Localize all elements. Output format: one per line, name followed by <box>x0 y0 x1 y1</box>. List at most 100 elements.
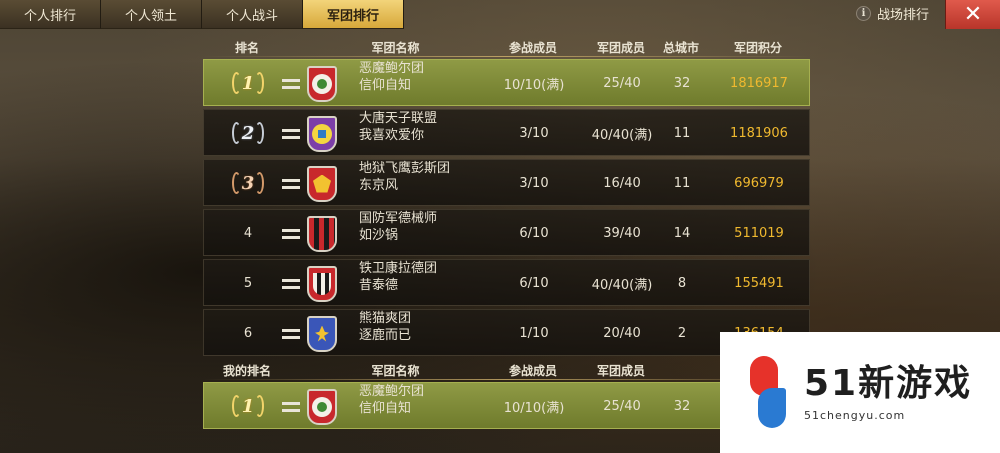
rank-cell: 4 <box>243 226 253 241</box>
emblem-cell <box>304 110 340 157</box>
equal-icon <box>282 228 300 239</box>
members-cell: 39/40 <box>603 226 641 241</box>
joined-cell: 3/10 <box>519 176 549 191</box>
emblem-cell <box>304 260 340 307</box>
rank-change-cell <box>276 260 306 307</box>
rank-change-cell <box>276 383 306 430</box>
members-cell: 40/40(满) <box>591 128 653 143</box>
joined-cell: 6/10 <box>519 226 549 241</box>
cities-cell: 2 <box>677 326 687 341</box>
emblem-cell <box>304 160 340 207</box>
score-cell: 155491 <box>734 276 784 291</box>
tab-bar: 个人排行 个人领土 个人战斗 军团排行 <box>0 0 404 29</box>
emblem-cell <box>304 60 340 107</box>
equal-icon <box>282 128 300 139</box>
my-ranking-header: 我的排名 军团名称 参战成员 军团成员 <box>203 359 810 381</box>
table-row[interactable]: 5 铁卫康拉德团 昔泰德 6/10 40/40(满) 8 155491 <box>203 259 810 306</box>
legion-emblem-icon <box>307 388 337 425</box>
cities-cell: 14 <box>673 226 691 241</box>
rank-cell: 6 <box>243 326 253 341</box>
score-cell: 696979 <box>734 176 784 191</box>
header-score: 军团积分 <box>733 41 782 55</box>
watermark-url: 51chengyu.com <box>804 409 906 422</box>
site-logo-icon <box>744 355 792 430</box>
name-cell: 国防军德械师 如沙锅 <box>359 211 438 243</box>
members-cell: 25/40 <box>603 399 641 414</box>
emblem-cell <box>304 210 340 257</box>
legion-emblem-icon <box>307 165 337 202</box>
header-divider <box>203 56 810 57</box>
name-cell: 铁卫康拉德团 昔泰德 <box>359 261 438 293</box>
tab-legion-ranking[interactable]: 军团排行 <box>303 0 404 29</box>
rank-cell: 1 <box>216 60 280 107</box>
name-cell: 地狱飞鹰彭斯团 东京风 <box>359 161 451 193</box>
score-cell: 511019 <box>734 226 784 241</box>
my-ranking-row[interactable]: 1 恶魔鲍尔团 信仰自知 10/10(满) 25/40 32 <box>203 382 810 429</box>
gold-medal-icon: 1 <box>231 392 265 422</box>
rank-change-cell <box>276 210 306 257</box>
members-cell: 16/40 <box>603 176 641 191</box>
site-watermark: 51新游戏 51chengyu.com <box>720 332 1000 453</box>
rank-change-cell <box>276 310 306 357</box>
tab-personal-battle[interactable]: 个人战斗 <box>202 0 303 29</box>
joined-cell: 10/10(满) <box>503 401 565 416</box>
rank-change-cell <box>276 110 306 157</box>
score-cell: 1181906 <box>730 126 788 141</box>
rank-cell: 5 <box>243 276 253 291</box>
cities-cell: 8 <box>677 276 687 291</box>
rank-change-cell <box>276 160 306 207</box>
legion-emblem-icon <box>307 65 337 102</box>
joined-cell: 1/10 <box>519 326 549 341</box>
name-cell: 恶魔鲍尔团 信仰自知 <box>359 61 425 93</box>
battlefield-ranking-label: 战场排行 <box>877 8 930 23</box>
cities-cell: 32 <box>673 399 691 414</box>
joined-cell: 10/10(满) <box>503 78 565 93</box>
tab-personal-ranking[interactable]: 个人排行 <box>0 0 101 29</box>
name-cell: 大唐天子联盟 我喜欢爱你 <box>359 111 438 143</box>
header-name: 军团名称 <box>371 364 420 378</box>
emblem-cell <box>304 310 340 357</box>
equal-icon <box>282 178 300 189</box>
silver-medal-icon: 2 <box>231 119 265 149</box>
close-icon: ✕ <box>963 1 983 27</box>
battlefield-ranking-button[interactable]: i 战场排行 <box>856 4 929 23</box>
info-icon[interactable]: i <box>856 6 871 21</box>
header-cities: 总城市 <box>662 41 699 55</box>
equal-icon <box>282 328 300 339</box>
close-button[interactable]: ✕ <box>945 0 1000 29</box>
cities-cell: 11 <box>673 126 691 141</box>
rank-cell: 2 <box>216 110 280 157</box>
cities-cell: 11 <box>673 176 691 191</box>
table-row[interactable]: 2 大唐天子联盟 我喜欢爱你 3/10 40/40(满) 11 1181906 <box>203 109 810 156</box>
equal-icon <box>282 78 300 89</box>
score-cell: 1816917 <box>730 76 788 91</box>
joined-cell: 6/10 <box>519 276 549 291</box>
legion-emblem-icon <box>307 265 337 302</box>
table-row[interactable]: 4 国防军德械师 如沙锅 6/10 39/40 14 511019 <box>203 209 810 256</box>
equal-icon <box>282 401 300 412</box>
legion-emblem-icon <box>307 315 337 352</box>
table-row[interactable]: 1 恶魔鲍尔团 信仰自知 10/10(满) 25/40 32 1816917 <box>203 59 810 106</box>
table-header: 排名 军团名称 参战成员 军团成员 总城市 军团积分 <box>203 36 810 58</box>
members-cell: 20/40 <box>603 326 641 341</box>
tab-personal-territory[interactable]: 个人领土 <box>101 0 202 29</box>
watermark-title: 51新游戏 <box>804 363 973 404</box>
emblem-cell <box>304 383 340 430</box>
legion-ranking-board: 排名 军团名称 参战成员 军团成员 总城市 军团积分 1 恶魔鲍尔团 信仰自知 1… <box>203 36 810 430</box>
equal-icon <box>282 278 300 289</box>
header-joined: 参战成员 <box>508 364 557 378</box>
gold-medal-icon: 1 <box>231 69 265 99</box>
members-cell: 25/40 <box>603 76 641 91</box>
rank-change-cell <box>276 60 306 107</box>
name-cell: 熊猫爽团 逐鹿而已 <box>359 311 412 343</box>
legion-emblem-icon <box>307 115 337 152</box>
table-row[interactable]: 3 地狱飞鹰彭斯团 东京风 3/10 16/40 11 696979 <box>203 159 810 206</box>
header-joined: 参战成员 <box>508 41 557 55</box>
header-name: 军团名称 <box>371 41 420 55</box>
header-members: 军团成员 <box>596 364 645 378</box>
table-row[interactable]: 6 熊猫爽团逐鹿而已 1/10 20/40 2 136154 <box>203 309 810 356</box>
rank-cell: 1 <box>216 383 280 430</box>
joined-cell: 3/10 <box>519 126 549 141</box>
header-members: 军团成员 <box>596 41 645 55</box>
rank-cell: 3 <box>216 160 280 207</box>
